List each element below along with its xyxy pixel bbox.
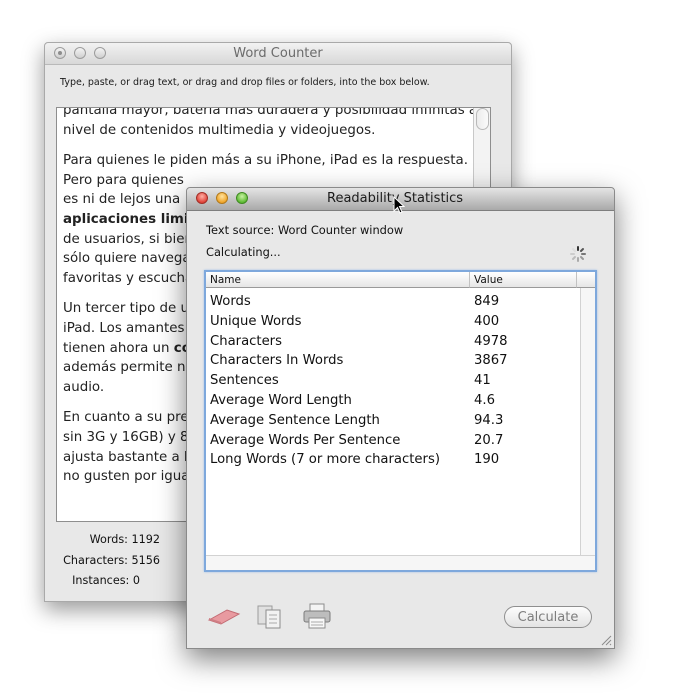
row-value: 20.7 [474, 432, 504, 448]
row-value: 190 [474, 452, 500, 468]
row-name: Average Words Per Sentence [210, 432, 401, 448]
words-value: 1192 [131, 533, 160, 546]
instructions-label: Type, paste, or drag text, or drag and d… [60, 77, 430, 88]
row-value: 849 [474, 294, 500, 309]
copy-icon[interactable] [255, 603, 287, 629]
row-name: Characters [210, 333, 282, 349]
column-header-value[interactable]: Value [470, 272, 577, 288]
row-value: 94.3 [474, 412, 504, 428]
instances-value: 0 [132, 574, 140, 587]
row-name: Average Word Length [210, 393, 352, 408]
text-paragraph: pantalla mayor, batería más duradera y p… [63, 107, 478, 140]
calculate-button[interactable]: Calculate [504, 606, 592, 628]
characters-value: 5156 [131, 554, 160, 567]
row-value: 400 [474, 313, 500, 329]
row-name: Characters In Words [210, 353, 344, 369]
row-name: Average Sentence Length [210, 412, 380, 428]
minimize-button[interactable] [216, 192, 228, 204]
statistics-table[interactable]: Name Value Words 849 Unique Words 400 Charac… [204, 270, 597, 572]
mouse-pointer-icon [393, 196, 405, 214]
instances-label: Instances: [72, 574, 130, 587]
eraser-icon[interactable] [207, 606, 241, 626]
characters-label: Characters: [63, 554, 128, 567]
print-icon[interactable] [302, 602, 332, 630]
column-header-name[interactable]: Name [206, 272, 470, 288]
row-name: Unique Words [210, 313, 302, 329]
row-value: 4978 [474, 333, 508, 349]
table-horizontal-scrollbar[interactable] [206, 555, 595, 570]
row-name: Sentences [210, 373, 279, 389]
progress-spinner-icon [570, 246, 586, 262]
text-line: Para quienes le piden más a su iPhone, i… [63, 153, 468, 169]
instances-stat: Instances: 0 [45, 574, 140, 587]
row-name: Words [210, 294, 251, 309]
row-name: Long Words (7 or more characters) [210, 452, 440, 468]
text-line: nivel de contenidos multimedia y videoju… [63, 122, 376, 138]
zoom-button[interactable] [236, 192, 248, 204]
words-stat: Words: 1192 [45, 533, 160, 546]
text-source-label: Text source: Word Counter window [206, 223, 404, 237]
window-title: Word Counter [233, 46, 323, 61]
word-counter-titlebar[interactable]: Word Counter [45, 43, 511, 65]
row-value: 3867 [474, 353, 508, 369]
words-label: Words: [89, 533, 128, 546]
row-value: 41 [474, 373, 491, 389]
row-value: 4.6 [474, 393, 495, 408]
text-line: pantalla mayor, batería más duradera y p… [63, 107, 478, 118]
characters-stat: Characters: 5156 [45, 554, 160, 567]
readability-statistics-window: Readability Statistics Text source: Word… [186, 187, 615, 649]
scroll-thumb[interactable] [476, 108, 489, 130]
status-label: Calculating... [206, 245, 281, 259]
resize-grip-icon[interactable] [600, 634, 612, 646]
table-vertical-scrollbar[interactable] [580, 288, 595, 556]
column-header-spacer [577, 272, 595, 288]
close-button[interactable] [196, 192, 208, 204]
